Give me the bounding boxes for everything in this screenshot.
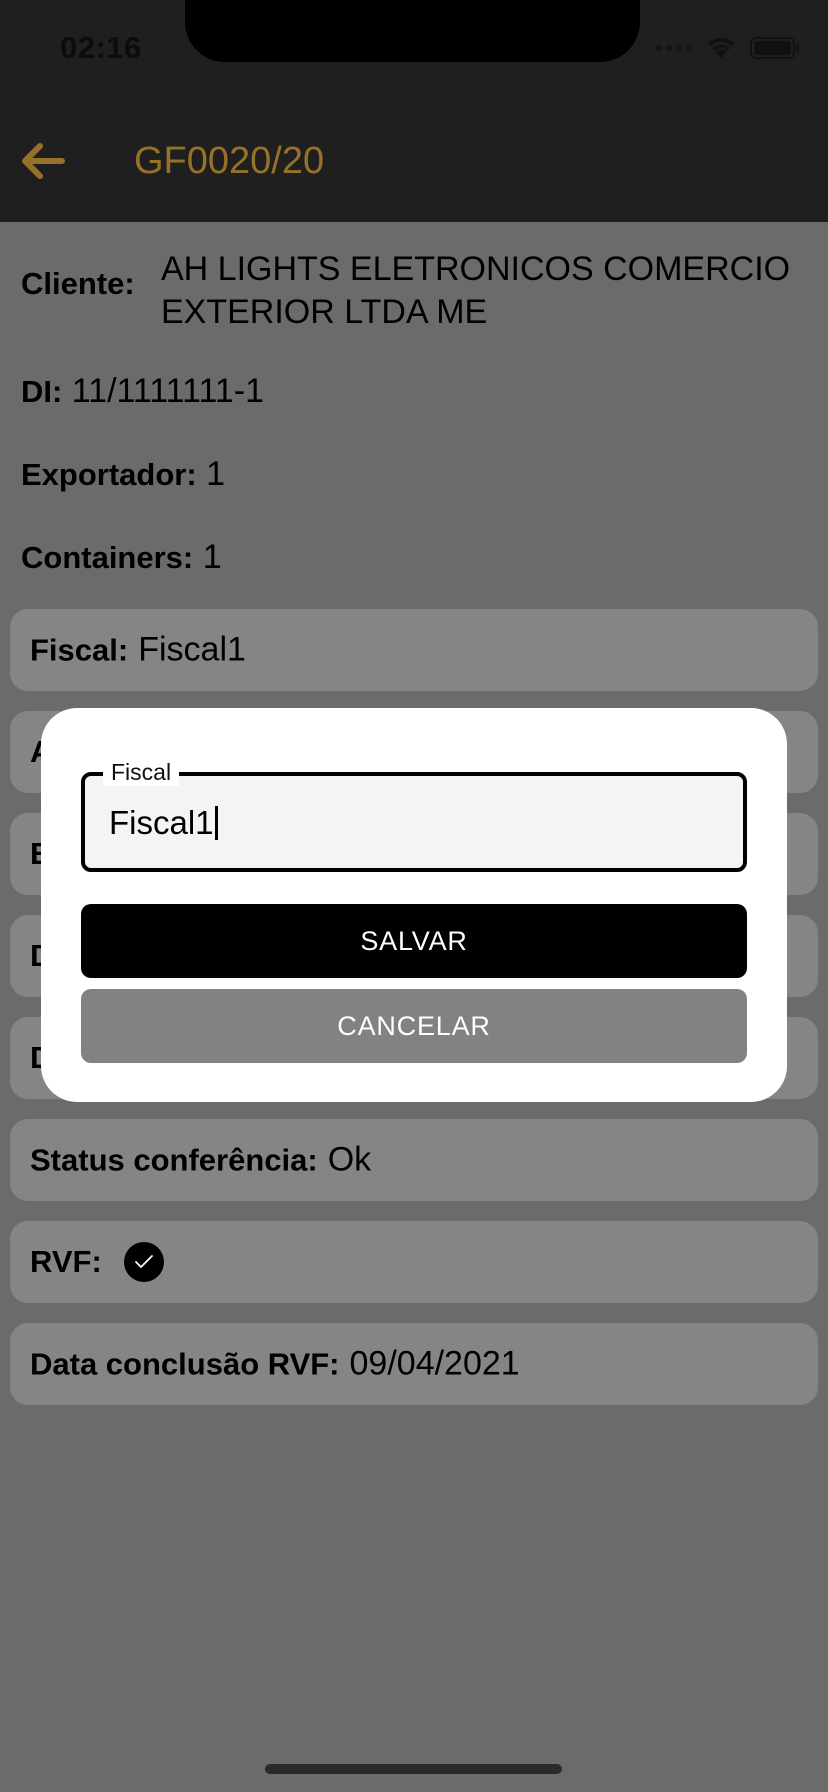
exportador-row: Exportador: 1 — [21, 455, 225, 494]
data-rvf-card[interactable]: Data conclusão RVF: 09/04/2021 — [10, 1323, 818, 1405]
home-indicator[interactable] — [265, 1764, 562, 1774]
cliente-value: AH LIGHTS ELETRONICOS COMERCIO EXTERIOR … — [161, 248, 790, 334]
fiscal-value: Fiscal1 — [138, 630, 246, 669]
rvf-card[interactable]: RVF: — [10, 1221, 818, 1303]
fiscal-input-field[interactable]: Fiscal Fiscal1 — [81, 758, 747, 872]
checkmark-icon[interactable] — [123, 1242, 164, 1282]
cliente-label: Cliente: — [21, 266, 135, 301]
status-value: Ok — [327, 1140, 372, 1179]
fiscal-label: Fiscal: — [30, 632, 129, 667]
edit-fiscal-dialog: Fiscal Fiscal1 SALVAR CANCELAR — [41, 708, 787, 1102]
arrow-left-icon — [22, 143, 65, 179]
signal-icon — [656, 45, 692, 51]
data-rvf-value: 09/04/2021 — [349, 1344, 520, 1383]
back-button[interactable] — [18, 136, 68, 186]
containers-row: Containers: 1 — [21, 538, 222, 577]
rvf-label: RVF: — [30, 1244, 102, 1279]
exportador-value: 1 — [206, 455, 226, 493]
cliente-value-line1: AH LIGHTS ELETRONICOS COMERCIO — [161, 250, 791, 288]
text-cursor — [214, 806, 218, 840]
wifi-icon — [706, 36, 736, 60]
data-rvf-label: Data conclusão RVF: — [30, 1346, 340, 1381]
di-value: 11/1111111-1 — [71, 372, 264, 410]
status-time: 02:16 — [60, 30, 142, 65]
fiscal-card[interactable]: Fiscal: Fiscal1 — [10, 609, 818, 691]
di-row: DI: 11/1111111-1 — [21, 372, 264, 411]
status-label: Status conferência: — [30, 1142, 318, 1177]
notch — [185, 0, 640, 62]
containers-value: 1 — [202, 538, 222, 576]
cliente-row: Cliente: AH LIGHTS ELETRONICOS COMERCIO … — [21, 248, 811, 334]
exportador-label: Exportador: — [21, 457, 197, 492]
fiscal-input[interactable]: Fiscal1 — [109, 804, 218, 842]
page-title: GF0020/20 — [134, 140, 325, 182]
status-card[interactable]: Status conferência: Ok — [10, 1119, 818, 1201]
app-header: GF0020/20 — [0, 100, 828, 222]
fiscal-input-value: Fiscal1 — [109, 804, 214, 841]
di-label: DI: — [21, 374, 63, 409]
battery-icon — [750, 36, 800, 60]
cliente-value-line2: EXTERIOR LTDA ME — [161, 293, 488, 331]
cancel-button[interactable]: CANCELAR — [81, 989, 747, 1063]
status-icons — [656, 36, 800, 60]
status-bar: 02:16 — [0, 0, 828, 100]
fiscal-input-label: Fiscal — [103, 758, 180, 786]
containers-label: Containers: — [21, 540, 194, 575]
save-button[interactable]: SALVAR — [81, 904, 747, 978]
